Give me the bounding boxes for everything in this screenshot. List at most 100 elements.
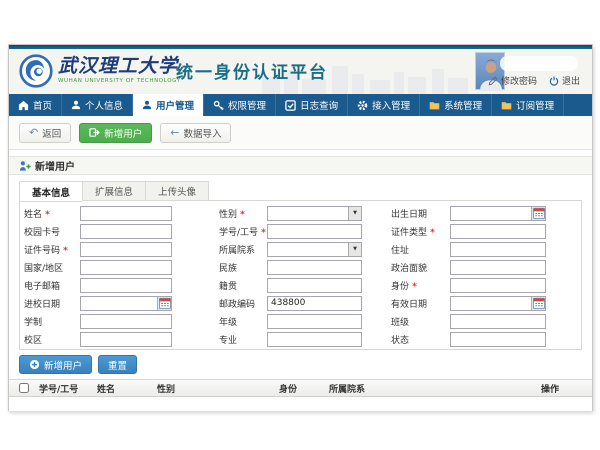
screenshot-canvas: 武汉理工大学 WUHAN UNIVERSITY OF TECHNOLOGY 统一…: [0, 0, 600, 450]
add-user-top-label: 新增用户: [104, 126, 142, 140]
nav-tab-logs[interactable]: 日志查询: [276, 94, 348, 116]
table-header-row: 学号/工号姓名性别身份所属院系操作: [9, 379, 592, 397]
submit-add-user-button[interactable]: 新增用户: [19, 355, 92, 374]
native-place-input[interactable]: [267, 278, 362, 293]
form-row: 学制年级班级: [20, 312, 581, 330]
column-header-department: 所属院系: [329, 382, 541, 395]
required-asterisk: *: [42, 210, 50, 220]
change-password-link[interactable]: 修改密码: [488, 74, 537, 87]
toolbar: ↶ 返回 新增用户 ← 数据导入: [9, 116, 592, 150]
field-label: 年级: [219, 315, 267, 328]
reset-button[interactable]: 重置: [98, 355, 137, 374]
field-label: 民族: [219, 261, 267, 274]
university-name-en: WUHAN UNIVERSITY OF TECHNOLOGY: [58, 78, 181, 84]
section-title: 新增用户: [35, 158, 75, 173]
calendar-icon[interactable]: [531, 207, 545, 220]
data-import-button[interactable]: ← 数据导入: [160, 123, 231, 143]
id-number-input[interactable]: [80, 242, 172, 257]
field-label: 有效日期: [391, 297, 450, 310]
field-political-status: 政治面貌: [391, 260, 546, 275]
major-input[interactable]: [267, 332, 362, 347]
nav-tab-label: 订阅管理: [516, 98, 554, 112]
field-native-place: 籍贯: [219, 278, 362, 293]
field-campus-card-no: 校园卡号: [24, 224, 172, 239]
person-icon: [142, 100, 152, 110]
name-input[interactable]: [80, 206, 172, 221]
tab-basic-info[interactable]: 基本信息: [19, 181, 82, 202]
tab-upload-avatar[interactable]: 上传头像: [145, 181, 209, 201]
nav-tab-users[interactable]: 用户管理: [133, 94, 204, 116]
field-status: 状态: [391, 332, 546, 347]
folder-icon: [429, 100, 440, 111]
form-row: 校区专业状态: [20, 330, 581, 348]
class-input[interactable]: [450, 314, 546, 329]
nav-tab-system[interactable]: 系统管理: [420, 94, 492, 116]
column-header-gender: 性别: [157, 382, 279, 395]
required-asterisk: *: [409, 282, 417, 292]
folder-icon: [501, 100, 512, 111]
field-label: 学制: [24, 315, 80, 328]
nav-tab-label: 首页: [33, 98, 52, 112]
nav-tab-access[interactable]: 接入管理: [348, 94, 420, 116]
field-id-type: 证件类型 *: [391, 224, 546, 239]
nav-tab-label: 个人信息: [85, 98, 123, 112]
student-id-input[interactable]: [267, 224, 362, 239]
required-asterisk: *: [258, 228, 266, 238]
university-name: 武汉理工大学: [58, 55, 181, 77]
select-all-checkbox[interactable]: [19, 383, 29, 393]
calendar-icon[interactable]: [531, 297, 545, 310]
form-row: 国家/地区 民族 政治面貌: [20, 258, 581, 276]
required-asterisk: *: [427, 228, 435, 238]
content-area: 新增用户 基本信息扩展信息上传头像 姓名 *性别 *▼出生日期校园卡号学号/工号…: [9, 150, 592, 410]
form-row: 证件号码 *所属院系▼住址: [20, 240, 581, 258]
add-user-button-top[interactable]: 新增用户: [79, 123, 152, 143]
field-email: 电子邮箱: [24, 278, 172, 293]
email-input[interactable]: [80, 278, 172, 293]
field-label: 状态: [391, 333, 450, 346]
back-button[interactable]: ↶ 返回: [19, 123, 71, 143]
submit-add-user-label: 新增用户: [44, 358, 82, 372]
nav-tab-home[interactable]: 首页: [9, 94, 62, 116]
field-label: 性别 *: [219, 207, 267, 220]
ethnicity-input[interactable]: [267, 260, 362, 275]
required-asterisk: *: [237, 210, 245, 220]
campus-card-no-input[interactable]: [80, 224, 172, 239]
grade-input[interactable]: [267, 314, 362, 329]
field-label: 姓名 *: [24, 207, 80, 220]
field-grade: 年级: [219, 314, 362, 329]
nav-tab-profile[interactable]: 个人信息: [62, 94, 133, 116]
field-campus: 校区: [24, 332, 172, 347]
postal-code-input[interactable]: [267, 296, 362, 311]
identity-input[interactable]: [450, 278, 546, 293]
dropdown-arrow-icon[interactable]: ▼: [348, 207, 361, 220]
data-import-label: 数据导入: [183, 126, 221, 140]
field-label: 籍贯: [219, 279, 267, 292]
nav-tab-permissions[interactable]: 权限管理: [204, 94, 276, 116]
tab-extended-info[interactable]: 扩展信息: [82, 181, 145, 201]
field-label: 证件号码 *: [24, 243, 80, 256]
form-row: 进校日期邮政编码有效日期: [20, 294, 581, 312]
pencil-icon: [488, 76, 498, 86]
id-type-input[interactable]: [450, 224, 546, 239]
field-label: 证件类型 *: [391, 225, 450, 238]
field-student-id: 学号/工号 *: [219, 224, 362, 239]
status-input[interactable]: [450, 332, 546, 347]
column-header-student-id: 学号/工号: [39, 382, 97, 395]
field-label: 身份 *: [391, 279, 450, 292]
field-country-region: 国家/地区: [24, 260, 172, 275]
section-header: 新增用户: [9, 156, 592, 175]
political-status-input[interactable]: [450, 260, 546, 275]
field-birth-date: 出生日期: [391, 206, 546, 221]
address-input[interactable]: [450, 242, 546, 257]
schooling-length-input[interactable]: [80, 314, 172, 329]
dropdown-arrow-icon[interactable]: ▼: [348, 243, 361, 256]
logout-link[interactable]: 退出: [549, 74, 580, 87]
page-title: 统一身份认证平台: [176, 58, 328, 83]
field-label: 校园卡号: [24, 225, 80, 238]
country-region-input[interactable]: [80, 260, 172, 275]
user-form: 姓名 * 性别 * ▼ 出生日期校园卡号 学号/工号 * 证件类型 * 证件号码 *所属院系…: [19, 200, 582, 350]
campus-input[interactable]: [80, 332, 172, 347]
table-empty-body: [9, 397, 592, 411]
nav-tab-subscription[interactable]: 订阅管理: [492, 94, 564, 116]
calendar-icon[interactable]: [157, 297, 171, 310]
